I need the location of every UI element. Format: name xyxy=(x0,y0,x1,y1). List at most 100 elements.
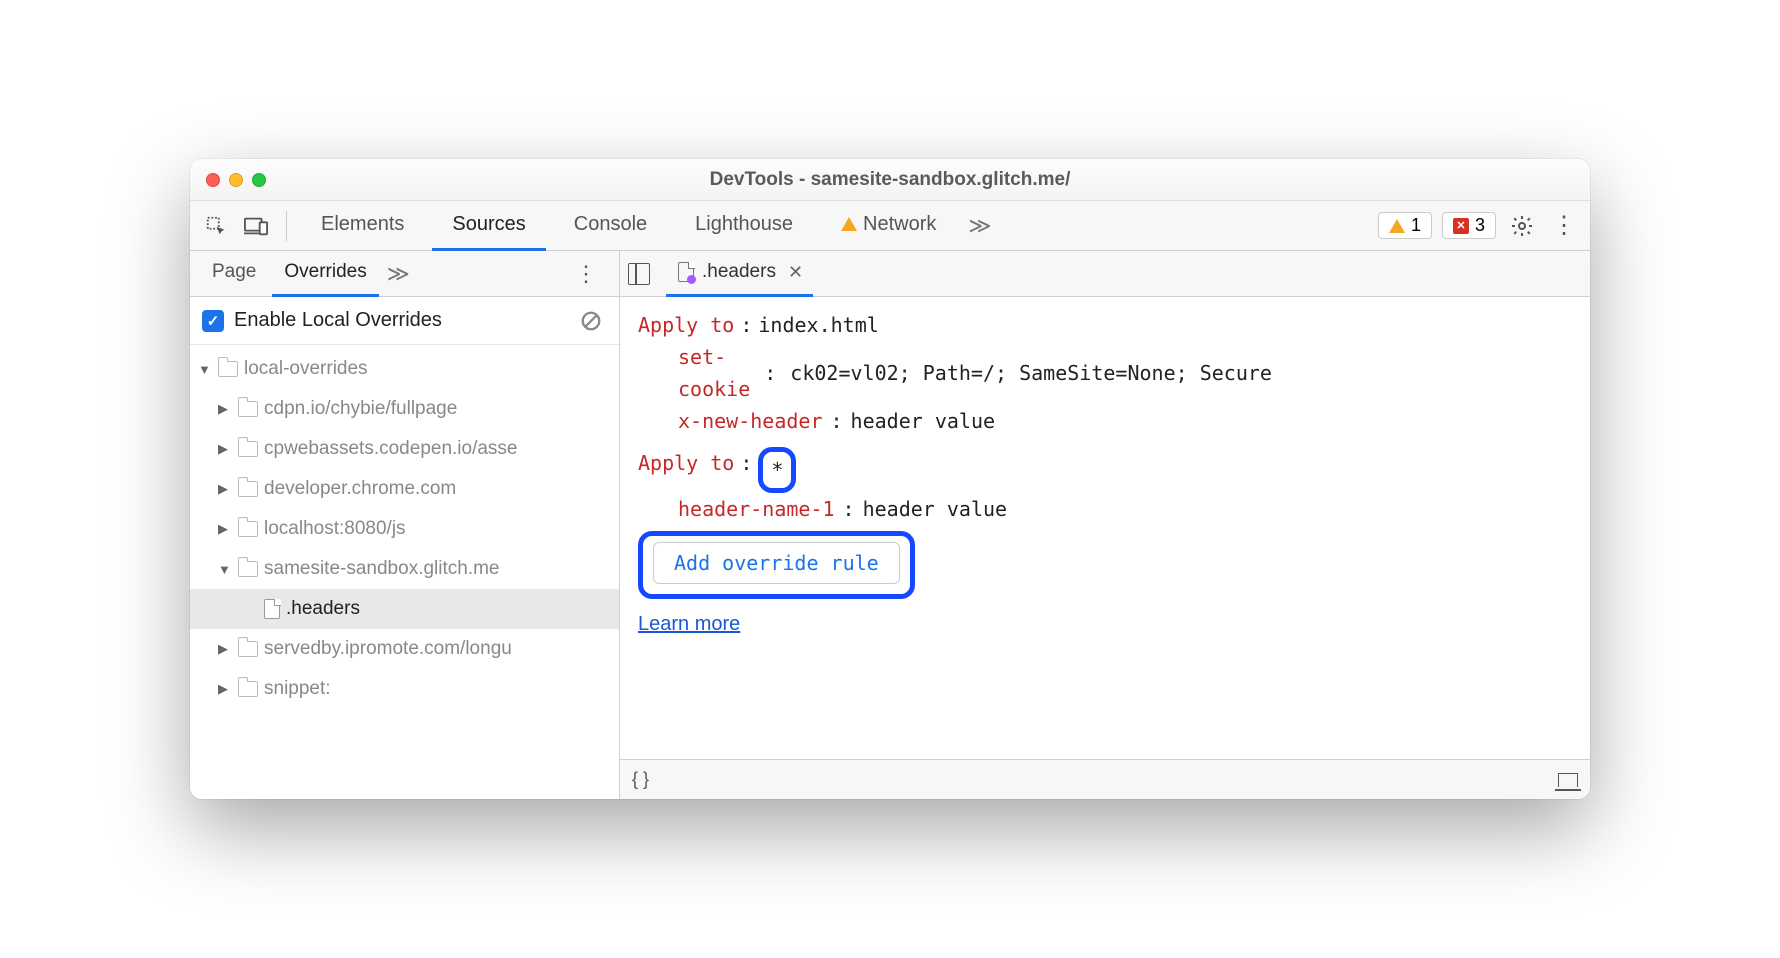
learn-more-link[interactable]: Learn more xyxy=(638,613,740,635)
apply-to-row: Apply to: index.html xyxy=(638,309,1572,341)
tree-root[interactable]: ▼ local-overrides xyxy=(190,349,619,389)
folder-icon xyxy=(238,681,258,697)
disclosure-triangle-icon: ▶ xyxy=(218,441,232,457)
toggle-navigator-icon[interactable] xyxy=(628,263,650,285)
pretty-print-braces-icon[interactable]: { } xyxy=(632,769,649,790)
apply-to-keyword: Apply to xyxy=(638,309,734,341)
tree-item-label: cpwebassets.codepen.io/asse xyxy=(264,438,518,460)
file-icon xyxy=(264,599,280,619)
main-toolbar: Elements Sources Console Lighthouse Netw… xyxy=(190,201,1590,251)
tree-item-label: servedby.ipromote.com/longu xyxy=(264,638,512,660)
header-pair: set- cookie : ck02=vl02; Path=/; SameSit… xyxy=(638,341,1572,405)
tree-item-label: developer.chrome.com xyxy=(264,478,456,500)
settings-gear-icon[interactable] xyxy=(1506,210,1538,242)
disclosure-triangle-icon: ▶ xyxy=(218,521,232,537)
tab-lighthouse[interactable]: Lighthouse xyxy=(675,201,813,251)
folder-icon xyxy=(218,361,238,377)
editor-panel: .headers ✕ Apply to: index.html set- coo… xyxy=(620,251,1590,799)
window-title: DevTools - samesite-sandbox.glitch.me/ xyxy=(190,169,1590,191)
enable-overrides-label: Enable Local Overrides xyxy=(234,309,442,332)
disclosure-triangle-icon: ▶ xyxy=(218,681,232,697)
folder-icon xyxy=(238,521,258,537)
inspect-element-icon[interactable] xyxy=(200,210,232,242)
titlebar: DevTools - samesite-sandbox.glitch.me/ xyxy=(190,159,1590,201)
header-name[interactable]: x-new-header xyxy=(678,405,823,437)
tree-root-label: local-overrides xyxy=(244,358,368,380)
tree-item-label: samesite-sandbox.glitch.me xyxy=(264,558,500,580)
disclosure-triangle-icon: ▶ xyxy=(218,481,232,497)
tab-network-label: Network xyxy=(863,213,936,236)
header-value[interactable]: header value xyxy=(851,405,996,437)
tab-elements[interactable]: Elements xyxy=(301,201,424,251)
minimize-window-button[interactable] xyxy=(229,173,243,187)
headers-editor-content[interactable]: Apply to: index.html set- cookie : ck02=… xyxy=(620,297,1590,759)
enable-overrides-checkbox[interactable]: ✓ xyxy=(202,310,224,332)
more-tabs-chevron-icon[interactable]: ≫ xyxy=(964,213,995,239)
tree-folder[interactable]: ▶ developer.chrome.com xyxy=(190,469,619,509)
apply-to-target[interactable]: index.html xyxy=(758,309,878,341)
header-value[interactable]: ck02=vl02; Path=/; SameSite=None; Secure xyxy=(790,357,1272,389)
tree-folder[interactable]: ▶snippet: xyxy=(190,669,619,709)
apply-to-target[interactable]: * xyxy=(771,458,783,482)
drawer-toggle-icon[interactable] xyxy=(1558,773,1578,787)
kebab-menu-icon[interactable]: ⋮ xyxy=(1548,210,1580,242)
tree-folder[interactable]: ▶ servedby.ipromote.com/longu xyxy=(190,629,619,669)
overrides-tree: ▼ local-overrides ▶cdpn.io/chybie/fullpa… xyxy=(190,345,619,799)
apply-to-row: Apply to: * xyxy=(638,447,1572,493)
devtools-window: DevTools - samesite-sandbox.glitch.me/ E… xyxy=(190,159,1590,799)
zoom-window-button[interactable] xyxy=(252,173,266,187)
navigator-kebab-icon[interactable]: ⋮ xyxy=(563,261,609,287)
folder-icon xyxy=(238,481,258,497)
navigator-subtabs: Page Overrides ≫ ⋮ xyxy=(190,251,619,297)
disclosure-triangle-icon: ▶ xyxy=(218,401,232,417)
errors-count: 3 xyxy=(1475,215,1485,236)
close-window-button[interactable] xyxy=(206,173,220,187)
warning-icon xyxy=(841,217,857,231)
enable-overrides-row: ✓ Enable Local Overrides xyxy=(190,297,619,345)
editor-tab-label: .headers xyxy=(702,261,776,283)
header-name[interactable]: set- cookie xyxy=(678,341,750,405)
header-pair: x-new-header: header value xyxy=(638,405,1572,437)
tree-folder[interactable]: ▶cdpn.io/chybie/fullpage xyxy=(190,389,619,429)
folder-icon xyxy=(238,441,258,457)
warnings-count: 1 xyxy=(1411,215,1421,236)
highlight-apply-target: * xyxy=(758,447,796,493)
subtab-page[interactable]: Page xyxy=(200,251,268,297)
subtab-overrides[interactable]: Overrides xyxy=(272,251,378,297)
highlight-add-rule: Add override rule xyxy=(638,531,915,599)
separator xyxy=(286,211,287,241)
tab-network[interactable]: Network xyxy=(821,201,956,251)
folder-icon xyxy=(238,561,258,577)
navigator-sidebar: Page Overrides ≫ ⋮ ✓ Enable Local Overri… xyxy=(190,251,620,799)
header-name[interactable]: header-name-1 xyxy=(678,493,835,525)
panel-body: Page Overrides ≫ ⋮ ✓ Enable Local Overri… xyxy=(190,251,1590,799)
warning-icon xyxy=(1389,219,1405,233)
more-subtabs-chevron-icon[interactable]: ≫ xyxy=(383,261,414,287)
device-toolbar-icon[interactable] xyxy=(240,210,272,242)
error-icon: ✕ xyxy=(1453,218,1469,234)
header-value[interactable]: header value xyxy=(863,493,1008,525)
tab-console[interactable]: Console xyxy=(554,201,667,251)
add-override-rule-button[interactable]: Add override rule xyxy=(653,542,900,584)
clear-overrides-icon[interactable] xyxy=(575,305,607,337)
tree-item-label: localhost:8080/js xyxy=(264,518,406,540)
disclosure-triangle-icon: ▼ xyxy=(198,362,212,377)
tab-sources[interactable]: Sources xyxy=(432,201,545,251)
errors-badge[interactable]: ✕ 3 xyxy=(1442,212,1496,239)
disclosure-triangle-icon: ▶ xyxy=(218,641,232,657)
tree-folder[interactable]: ▼ samesite-sandbox.glitch.me xyxy=(190,549,619,589)
disclosure-triangle-icon: ▼ xyxy=(218,562,232,577)
editor-tab-headers[interactable]: .headers ✕ xyxy=(666,251,813,297)
folder-icon xyxy=(238,401,258,417)
tree-file-headers[interactable]: .headers xyxy=(190,589,619,629)
editor-tabbar: .headers ✕ xyxy=(620,251,1590,297)
tree-folder[interactable]: ▶ localhost:8080/js xyxy=(190,509,619,549)
folder-icon xyxy=(238,641,258,657)
toolbar-right: 1 ✕ 3 ⋮ xyxy=(1378,210,1580,242)
tree-folder[interactable]: ▶ cpwebassets.codepen.io/asse xyxy=(190,429,619,469)
close-tab-icon[interactable]: ✕ xyxy=(784,262,807,283)
warnings-badge[interactable]: 1 xyxy=(1378,212,1432,239)
traffic-lights xyxy=(206,173,266,187)
apply-to-keyword: Apply to xyxy=(638,447,734,479)
file-modified-icon xyxy=(678,262,694,282)
